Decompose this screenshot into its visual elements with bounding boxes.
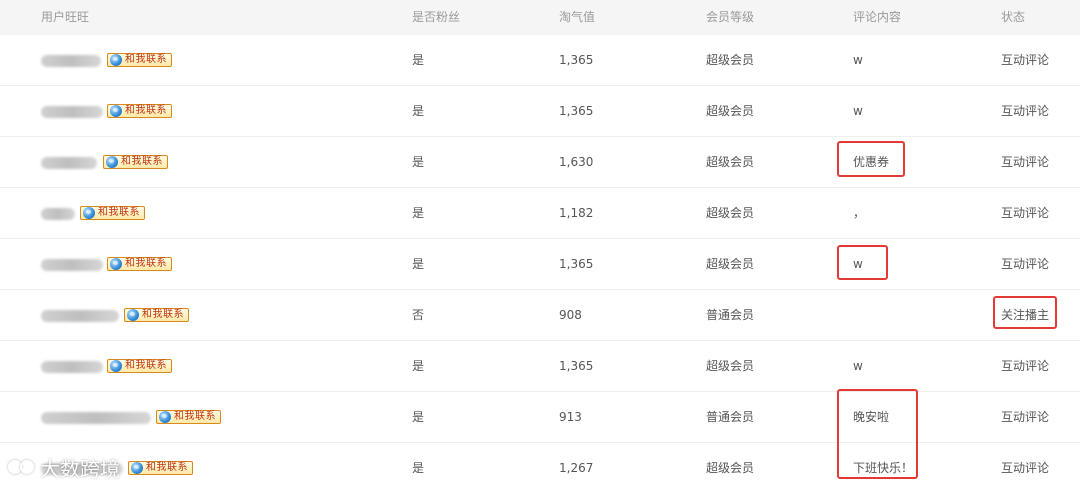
comment-content: w xyxy=(853,53,863,67)
contact-me-button[interactable]: 和我联系 xyxy=(103,155,168,169)
comment-content: w xyxy=(853,104,863,118)
highlight-box-follow xyxy=(993,296,1057,329)
taoqi-value: 1,182 xyxy=(559,206,594,220)
watermark-text: 大数跨境 xyxy=(40,456,120,481)
username-blurred xyxy=(41,157,97,169)
wangwang-icon xyxy=(106,156,118,168)
username-blurred xyxy=(41,106,103,118)
wangwang-icon xyxy=(131,462,143,474)
member-level: 超级会员 xyxy=(706,155,755,169)
comment-content: ， xyxy=(853,206,866,220)
contact-me-button[interactable]: 和我联系 xyxy=(107,359,172,373)
wangwang-icon xyxy=(83,207,95,219)
table-row: 和我联系 是 1,182 超级会员 ， 互动评论 xyxy=(0,188,1080,239)
taoqi-value: 913 xyxy=(559,410,582,424)
comment-content: w xyxy=(853,359,863,373)
header-taoqi: 淘气值 xyxy=(559,10,596,24)
member-level: 超级会员 xyxy=(706,53,755,67)
table-row: 和我联系 是 913 普通会员 晚安啦 互动评论 xyxy=(0,392,1080,443)
username-blurred xyxy=(41,55,101,67)
watermark-logo-icon xyxy=(8,456,34,478)
is-fan: 是 xyxy=(412,155,425,169)
member-level: 超级会员 xyxy=(706,461,755,475)
taoqi-value: 1,365 xyxy=(559,104,594,118)
contact-me-button[interactable]: 和我联系 xyxy=(107,104,172,118)
wangwang-icon xyxy=(159,411,171,423)
table-header: 用户旺旺 是否粉丝 淘气值 会员等级 评论内容 状态 xyxy=(0,0,1080,35)
member-level: 普通会员 xyxy=(706,308,755,322)
contact-me-button[interactable]: 和我联系 xyxy=(128,461,193,475)
status: 互动评论 xyxy=(1001,206,1050,220)
status: 互动评论 xyxy=(1001,359,1050,373)
wangwang-icon xyxy=(110,258,122,270)
contact-me-button[interactable]: 和我联系 xyxy=(124,308,189,322)
username-blurred xyxy=(41,259,103,271)
wangwang-icon xyxy=(127,309,139,321)
header-is-fan: 是否粉丝 xyxy=(412,10,461,24)
watermark: 大数跨境 xyxy=(8,452,120,482)
table-row: 和我联系 是 1,267 超级会员 下班快乐！ 互动评论 xyxy=(0,443,1080,493)
taoqi-value: 1,267 xyxy=(559,461,594,475)
contact-me-button[interactable]: 和我联系 xyxy=(107,53,172,67)
contact-me-button[interactable]: 和我联系 xyxy=(107,257,172,271)
member-level: 超级会员 xyxy=(706,104,755,118)
member-level: 超级会员 xyxy=(706,359,755,373)
highlight-box-w xyxy=(837,245,888,280)
contact-me-button[interactable]: 和我联系 xyxy=(156,410,221,424)
fan-list-table: 用户旺旺 是否粉丝 淘气值 会员等级 评论内容 状态 和我联系 是 1,365 … xyxy=(0,0,1080,493)
table-row: 和我联系 否 908 普通会员 关注播主 xyxy=(0,290,1080,341)
header-status: 状态 xyxy=(1001,10,1026,24)
is-fan: 否 xyxy=(412,308,425,322)
table-row: 和我联系 是 1,630 超级会员 优惠券 互动评论 xyxy=(0,137,1080,188)
taoqi-value: 908 xyxy=(559,308,582,322)
wangwang-icon xyxy=(110,360,122,372)
taoqi-value: 1,365 xyxy=(559,359,594,373)
wangwang-icon xyxy=(110,54,122,66)
is-fan: 是 xyxy=(412,104,425,118)
header-user: 用户旺旺 xyxy=(41,10,90,24)
highlight-box-coupon xyxy=(837,141,905,177)
username-blurred xyxy=(41,361,103,373)
is-fan: 是 xyxy=(412,461,425,475)
highlight-box-comments xyxy=(837,389,918,479)
taoqi-value: 1,630 xyxy=(559,155,594,169)
username-blurred xyxy=(41,310,119,322)
is-fan: 是 xyxy=(412,206,425,220)
contact-me-button[interactable]: 和我联系 xyxy=(80,206,145,220)
status: 互动评论 xyxy=(1001,53,1050,67)
wangwang-icon xyxy=(110,105,122,117)
table-row: 和我联系 是 1,365 超级会员 w 互动评论 xyxy=(0,35,1080,86)
taoqi-value: 1,365 xyxy=(559,53,594,67)
is-fan: 是 xyxy=(412,53,425,67)
status: 互动评论 xyxy=(1001,461,1050,475)
status: 互动评论 xyxy=(1001,104,1050,118)
is-fan: 是 xyxy=(412,359,425,373)
taoqi-value: 1,365 xyxy=(559,257,594,271)
header-comment: 评论内容 xyxy=(853,10,902,24)
status: 互动评论 xyxy=(1001,410,1050,424)
member-level: 普通会员 xyxy=(706,410,755,424)
username-blurred xyxy=(41,412,151,424)
header-level: 会员等级 xyxy=(706,10,755,24)
table-row: 和我联系 是 1,365 超级会员 w 互动评论 xyxy=(0,341,1080,392)
status: 互动评论 xyxy=(1001,155,1050,169)
table-row: 和我联系 是 1,365 超级会员 w 互动评论 xyxy=(0,86,1080,137)
table-row: 和我联系 是 1,365 超级会员 w 互动评论 xyxy=(0,239,1080,290)
username-blurred xyxy=(41,208,75,220)
member-level: 超级会员 xyxy=(706,206,755,220)
status: 互动评论 xyxy=(1001,257,1050,271)
is-fan: 是 xyxy=(412,257,425,271)
is-fan: 是 xyxy=(412,410,425,424)
member-level: 超级会员 xyxy=(706,257,755,271)
